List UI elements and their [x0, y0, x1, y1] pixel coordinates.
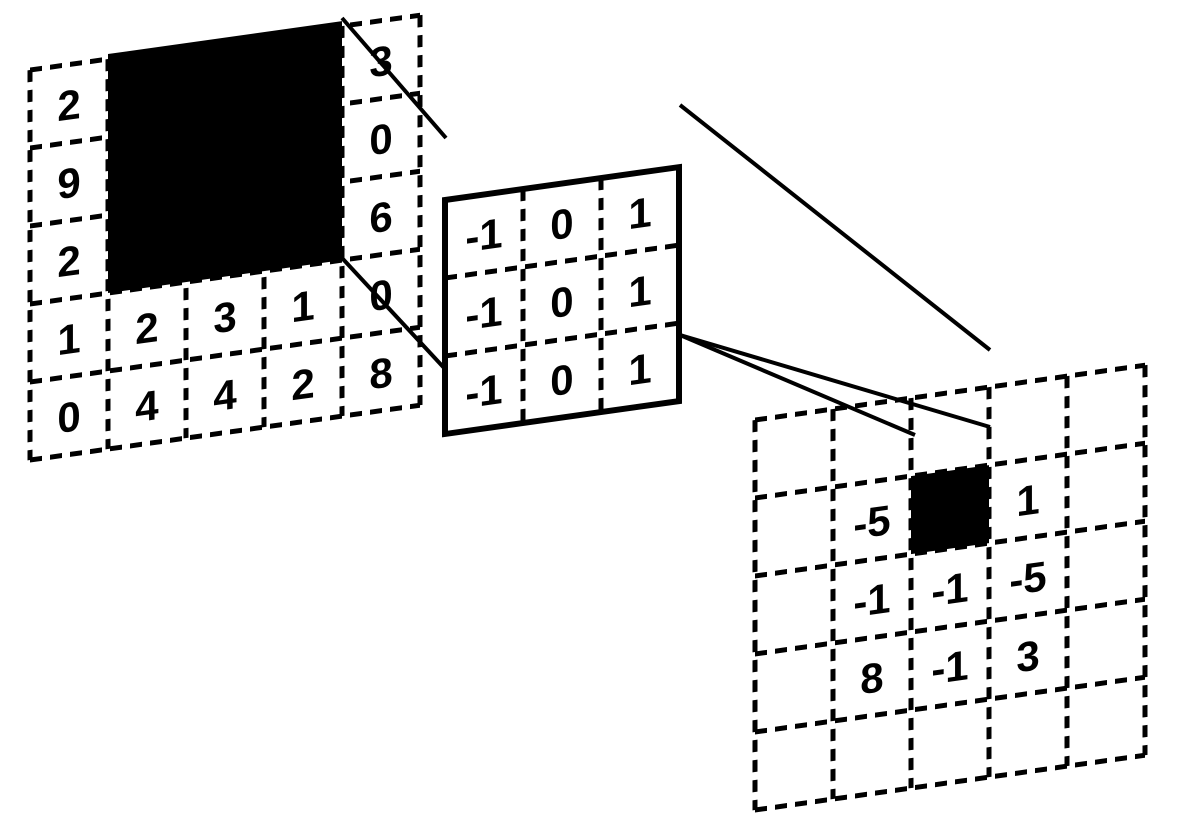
output-cell: -1: [853, 574, 890, 626]
output-cell: -1: [931, 641, 968, 693]
kernel-cell: 0: [550, 277, 573, 327]
input-cell: 2: [291, 359, 314, 409]
output-cell: -1: [931, 563, 968, 615]
output-cell: -5: [1009, 552, 1046, 604]
input-cell: 2: [57, 80, 80, 130]
output-highlight: [911, 465, 989, 554]
input-grid: 2 3 9 0 2 6 1 2 3 1 0 0 4 4 2 8: [30, 10, 420, 460]
input-cell: 8: [369, 348, 392, 398]
kernel-cell: 1: [628, 344, 651, 394]
kernel-cell: 1: [628, 266, 651, 316]
input-cell: 6: [369, 192, 392, 242]
input-cell: 0: [57, 392, 80, 442]
input-cell: 0: [369, 270, 392, 320]
input-cell: 2: [135, 303, 158, 353]
kernel-cell: -1: [465, 365, 502, 417]
input-cell: 9: [57, 158, 80, 208]
input-cell: 2: [57, 236, 80, 286]
kernel-cell: -1: [465, 287, 502, 339]
kernel-cell: -1: [465, 209, 502, 261]
input-cell: 4: [135, 381, 159, 431]
kernel-cell: 0: [550, 199, 573, 249]
input-cell: 1: [291, 281, 314, 331]
output-cell: -5: [853, 496, 890, 548]
input-cell: 0: [369, 114, 392, 164]
input-highlight: [108, 21, 342, 293]
input-cell: 1: [57, 314, 80, 364]
output-grid: -5 1 -1 -1 -5 8 -1 3: [755, 365, 1145, 810]
output-cell: 8: [860, 653, 883, 703]
input-cell: 3: [213, 292, 236, 342]
output-cell: 1: [1016, 475, 1039, 525]
kernel-grid: -1 0 1 -1 0 1 -1 0 1: [445, 167, 679, 434]
input-cell: 4: [213, 370, 237, 420]
kernel-cell: 0: [550, 355, 573, 405]
output-cell: 3: [1016, 631, 1039, 681]
kernel-cell: 1: [628, 188, 651, 238]
convolution-diagram: 2 3 9 0 2 6 1 2 3 1 0 0 4 4 2 8 -1 0 1 -…: [0, 0, 1184, 833]
